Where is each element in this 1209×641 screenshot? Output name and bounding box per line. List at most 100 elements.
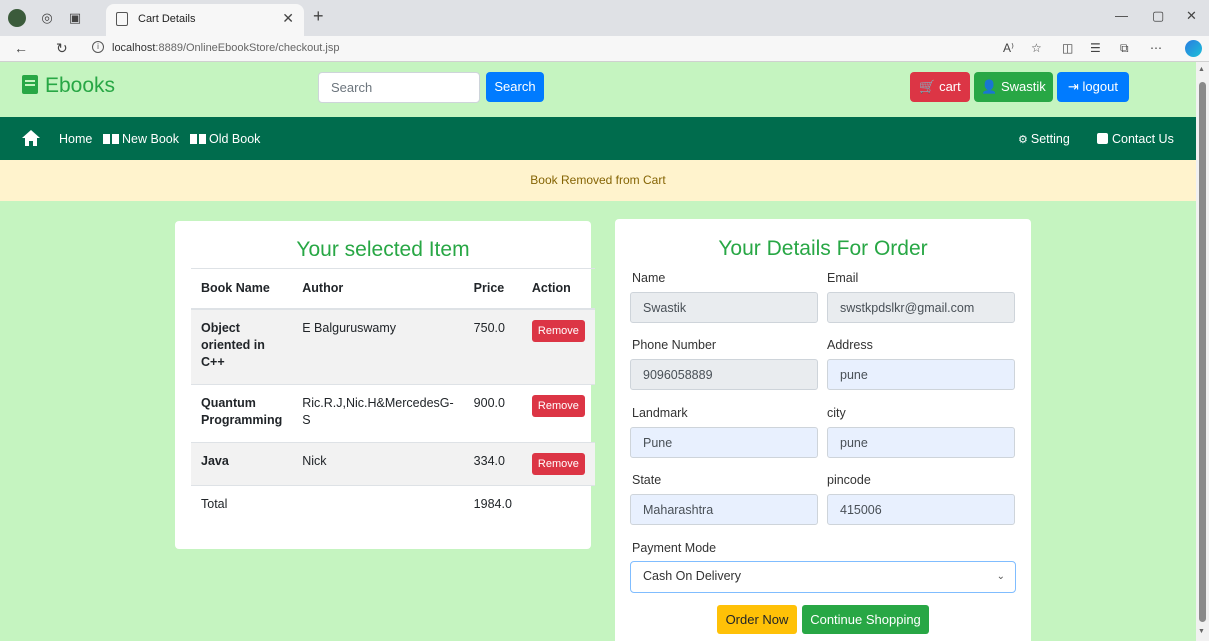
phone-label: Phone Number — [632, 338, 717, 352]
url-field[interactable]: localhost:8889/OnlineEbookStore/checkout… — [112, 42, 339, 54]
minimize-icon[interactable]: — — [1115, 8, 1128, 23]
nav-new-book[interactable]: New Book — [103, 132, 179, 146]
brand-logo[interactable]: Ebooks — [22, 74, 115, 98]
pincode-label: pincode — [827, 473, 871, 487]
remove-button[interactable]: Remove — [531, 453, 585, 475]
restore-icon[interactable]: ▢ — [1152, 8, 1164, 24]
favorites-icon[interactable]: ☰ — [1090, 41, 1101, 55]
remove-button[interactable]: Remove — [531, 395, 585, 417]
close-window-icon[interactable]: ✕ — [1186, 8, 1197, 24]
col-author: Author — [292, 268, 464, 310]
state-label: State — [632, 473, 662, 487]
empty-cell — [292, 485, 464, 530]
page-doc-icon — [116, 12, 128, 26]
nav-contact-label: Contact Us — [1112, 132, 1174, 146]
book-name-cell: Java — [191, 442, 293, 486]
action-cell: Remove — [521, 442, 595, 486]
landmark-field[interactable] — [630, 427, 818, 458]
col-price: Price — [463, 268, 522, 310]
close-tab-icon[interactable]: ✕ — [282, 10, 294, 27]
workspaces-icon[interactable]: ◎ — [38, 9, 56, 27]
name-label: Name — [632, 271, 666, 285]
payment-mode-select[interactable]: Cash On Delivery ⌄ — [630, 561, 1016, 593]
nav-contact[interactable]: Contact Us — [1097, 132, 1174, 146]
phone-square-icon — [1097, 133, 1108, 144]
order-card: Your Details For Order Name Email Phone … — [615, 219, 1031, 641]
address-bar: ← ↻ i localhost:8889/OnlineEbookStore/ch… — [0, 36, 1209, 62]
action-cell: Remove — [521, 308, 595, 385]
city-field[interactable] — [827, 427, 1015, 458]
table-header-row: Book Name Author Price Action — [191, 268, 595, 310]
nav-old-book[interactable]: Old Book — [190, 132, 260, 146]
browser-tab-bar: ◎ ▣ Cart Details ✕ + — ▢ ✕ — [0, 0, 1209, 36]
scrollbar-thumb[interactable] — [1199, 82, 1206, 622]
more-menu-icon[interactable]: ⋯ — [1150, 41, 1162, 55]
nav-setting-label: Setting — [1030, 132, 1070, 146]
continue-shopping-button[interactable]: Continue Shopping — [802, 605, 929, 634]
user-label: Swastik — [1001, 79, 1046, 94]
phone-field[interactable] — [630, 359, 818, 390]
landmark-label: Landmark — [632, 406, 688, 420]
url-host: localhost — [112, 42, 156, 54]
back-icon[interactable]: ← — [14, 40, 28, 56]
email-field[interactable] — [827, 292, 1015, 323]
user-button[interactable]: 👤 Swastik — [974, 72, 1053, 102]
chevron-down-icon: ⌄ — [996, 571, 1005, 582]
tab-title: Cart Details — [138, 13, 196, 25]
open-book-icon — [103, 134, 119, 144]
home-icon[interactable] — [22, 130, 40, 146]
payment-selected-value: Cash On Delivery — [643, 569, 741, 583]
cart-title: Your selected Item — [296, 238, 470, 261]
book-name-cell: Quantum Programming — [191, 384, 293, 443]
name-field[interactable] — [630, 292, 818, 323]
open-book-icon — [190, 134, 206, 144]
refresh-icon[interactable]: ↻ — [56, 40, 68, 57]
gears-icon: ⚙ — [1018, 134, 1028, 146]
logout-button[interactable]: ⇥ logout — [1057, 72, 1129, 102]
author-cell: Nick — [292, 442, 464, 486]
scroll-up-icon[interactable]: ▲ — [1198, 66, 1205, 73]
state-field[interactable] — [630, 494, 818, 525]
cart-button[interactable]: 🛒 cart — [910, 72, 970, 102]
page-scrollbar[interactable]: ▲ ▼ — [1196, 62, 1209, 641]
nav-setting[interactable]: ⚙ Setting — [1018, 132, 1070, 146]
price-cell: 900.0 — [463, 384, 522, 443]
empty-cell — [521, 485, 595, 530]
city-label: city — [827, 406, 846, 420]
page-viewport: Ebooks Search 🛒 cart 👤 Swastik ⇥ logout … — [0, 62, 1196, 641]
cart-icon: 🛒 — [919, 79, 936, 94]
address-label: Address — [827, 338, 873, 352]
status-alert: Book Removed from Cart — [0, 160, 1196, 201]
split-screen-icon[interactable]: ◫ — [1062, 41, 1073, 55]
collections-icon[interactable]: ⧉ — [1120, 41, 1129, 56]
order-now-button[interactable]: Order Now — [717, 605, 797, 634]
browser-tab[interactable]: Cart Details ✕ — [106, 4, 304, 36]
scroll-down-icon[interactable]: ▼ — [1198, 628, 1205, 635]
address-field[interactable] — [827, 359, 1015, 390]
read-aloud-icon[interactable]: A⁾ — [1003, 41, 1014, 55]
cart-label: cart — [939, 79, 961, 94]
nav-new-book-label: New Book — [122, 132, 179, 146]
logout-icon: ⇥ — [1068, 79, 1079, 94]
favorite-star-icon[interactable]: ☆ — [1031, 41, 1042, 55]
search-button[interactable]: Search — [486, 72, 544, 102]
action-cell: Remove — [521, 384, 595, 443]
book-icon — [22, 75, 38, 94]
table-row: Object oriented in C++ E Balguruswamy 75… — [191, 308, 595, 385]
table-row: Java Nick 334.0 Remove — [191, 442, 595, 486]
table-row: Quantum Programming Ric.R.J,Nic.H&Merced… — [191, 384, 595, 443]
total-label: Total — [191, 485, 293, 530]
total-value: 1984.0 — [463, 485, 522, 530]
profile-avatar-icon[interactable] — [8, 9, 26, 27]
user-plus-icon: 👤 — [981, 79, 998, 94]
tab-actions-icon[interactable]: ▣ — [66, 9, 84, 27]
search-input[interactable] — [318, 72, 480, 103]
nav-home[interactable]: Home — [59, 132, 92, 146]
col-book-name: Book Name — [191, 268, 293, 310]
main-navbar: Home New Book Old Book ⚙ Setting Contact … — [0, 117, 1196, 160]
pincode-field[interactable] — [827, 494, 1015, 525]
new-tab-icon[interactable]: + — [313, 6, 324, 27]
site-info-icon[interactable]: i — [92, 41, 104, 53]
remove-button[interactable]: Remove — [531, 319, 585, 342]
copilot-icon[interactable] — [1185, 40, 1202, 57]
